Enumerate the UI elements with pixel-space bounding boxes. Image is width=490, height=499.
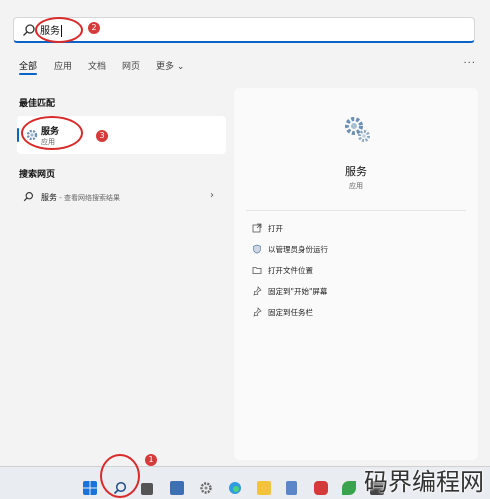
netease-music-icon[interactable] [314, 481, 328, 495]
store-icon[interactable] [170, 481, 184, 495]
annotation-badge-3: 3 [96, 130, 108, 142]
selection-indicator [17, 128, 19, 142]
detail-pane: 服务 应用 打开 以管理员身份运行 打开文件位置 固定到"开始"屏幕 固定到任务… [234, 88, 478, 460]
action-label: 打开 [268, 224, 283, 233]
action-pin-to-start[interactable]: 固定到"开始"屏幕 [252, 285, 462, 299]
action-label: 固定到"开始"屏幕 [268, 287, 328, 296]
web-search-label: 服务 - 查看网络搜索结果 [41, 192, 120, 203]
search-icon [23, 192, 33, 202]
annotation-circle-result [21, 116, 83, 150]
start-icon[interactable] [83, 481, 97, 495]
edge-icon[interactable] [228, 481, 242, 495]
watermark: 码界编程网 [364, 468, 484, 496]
services-gear-icon [345, 117, 370, 142]
detail-app-name: 服务 [345, 165, 367, 178]
action-open-file-location[interactable]: 打开文件位置 [252, 264, 462, 278]
tab-documents[interactable]: 文档 [88, 59, 106, 72]
active-tab-indicator [19, 73, 37, 75]
start-search-panel: 服务 2 全部 应用 文档 网页 更多 ⌄ ··· 最佳匹配 服务 应用 3 搜… [0, 0, 490, 466]
action-label: 固定到任务栏 [268, 308, 313, 317]
tab-web[interactable]: 网页 [122, 59, 140, 72]
tab-all[interactable]: 全部 [19, 59, 37, 72]
tab-more[interactable]: 更多 ⌄ [156, 59, 184, 72]
action-open[interactable]: 打开 [252, 222, 462, 236]
web-search-suffix: - 查看网络搜索结果 [57, 194, 120, 202]
annotation-circle-taskbar [100, 454, 140, 498]
action-label: 以管理员身份运行 [268, 245, 328, 254]
divider [246, 210, 466, 211]
annotation-circle-search [35, 17, 83, 43]
task-view-icon[interactable] [141, 483, 153, 495]
best-match-heading: 最佳匹配 [19, 99, 56, 109]
tab-apps[interactable]: 应用 [54, 59, 72, 72]
web-search-heading: 搜索网页 [19, 170, 56, 180]
action-pin-to-taskbar[interactable]: 固定到任务栏 [252, 306, 462, 320]
shield-icon [253, 244, 261, 254]
open-icon [252, 223, 262, 233]
app-icon[interactable] [342, 481, 356, 495]
action-label: 打开文件位置 [268, 266, 313, 275]
detail-app-type: 应用 [349, 182, 363, 190]
pin-icon [253, 307, 262, 317]
annotation-badge-2: 2 [88, 22, 100, 34]
folder-icon [252, 267, 262, 274]
web-search-result[interactable]: 服务 - 查看网络搜索结果 › [17, 188, 226, 206]
explorer-icon[interactable] [257, 481, 271, 495]
pin-icon [253, 286, 262, 296]
annotation-badge-1: 1 [145, 454, 157, 466]
more-options-button[interactable]: ··· [463, 58, 476, 69]
web-search-term: 服务 [41, 193, 57, 202]
settings-icon[interactable] [199, 481, 213, 495]
chevron-right-icon[interactable]: › [210, 190, 214, 201]
search-icon [23, 24, 35, 36]
action-run-as-admin[interactable]: 以管理员身份运行 [252, 243, 462, 257]
notepad-icon[interactable] [286, 481, 297, 495]
